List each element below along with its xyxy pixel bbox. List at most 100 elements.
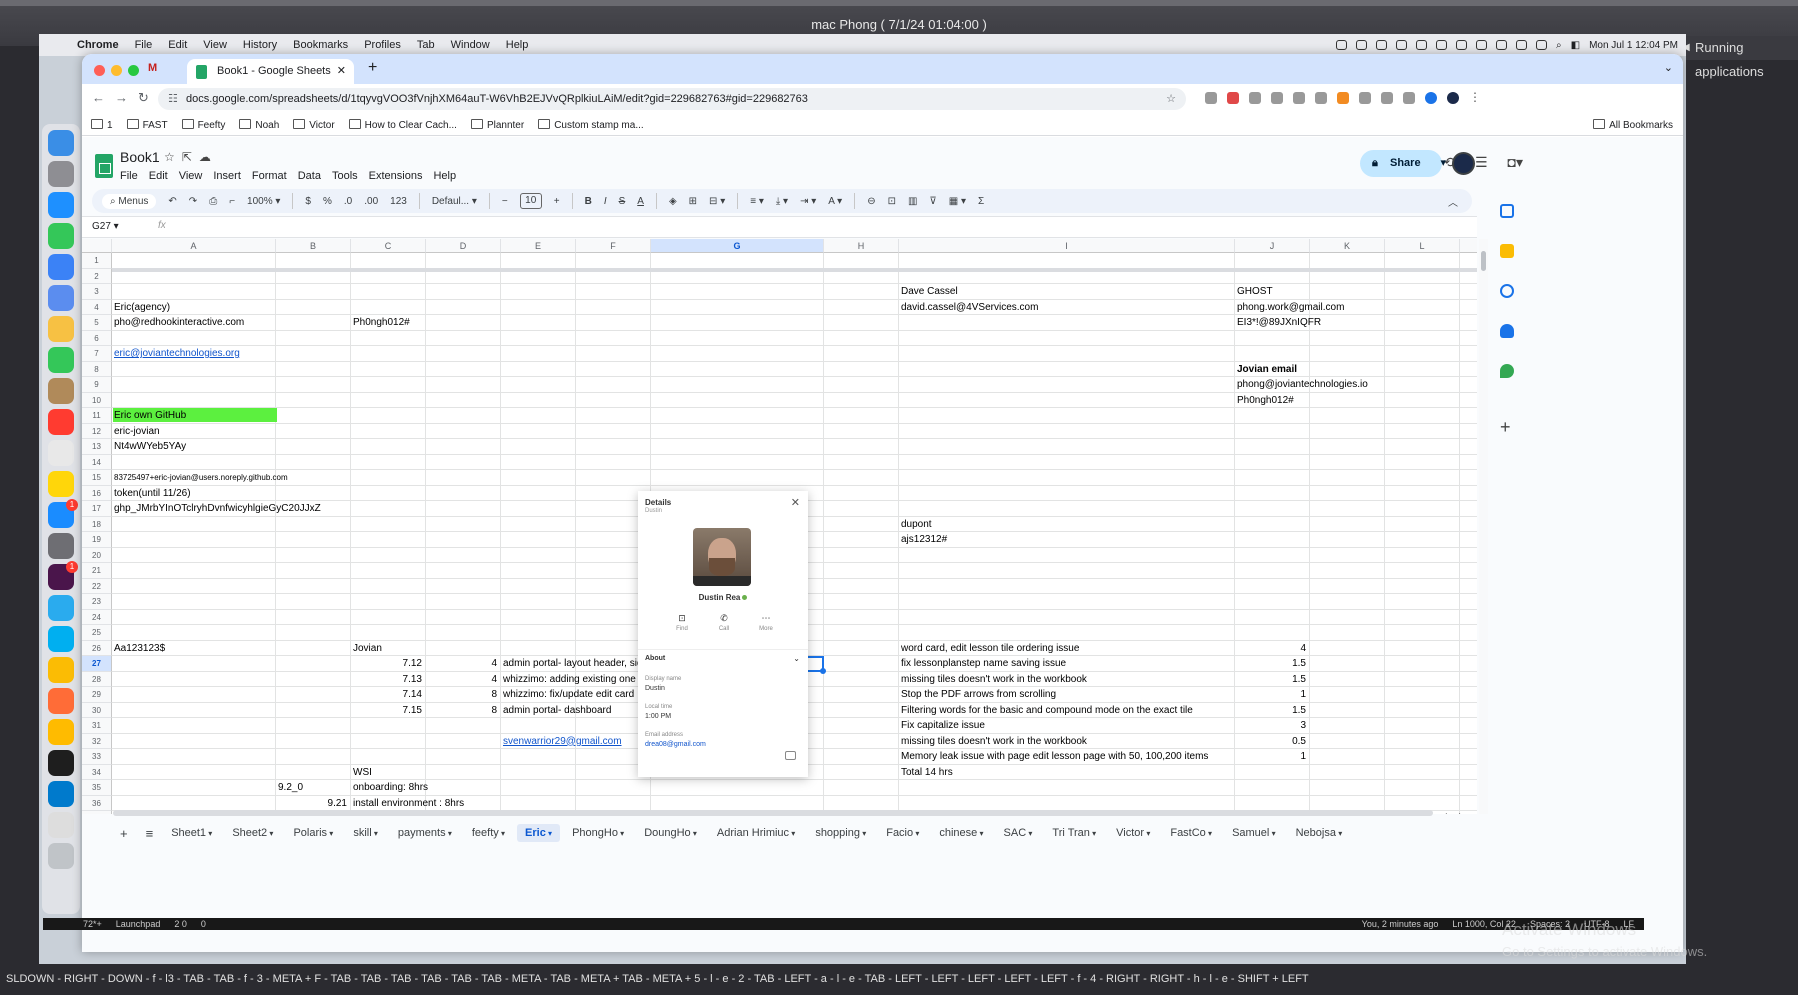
more-button[interactable]: ⋯ More — [756, 613, 776, 632]
cell-i29[interactable]: Stop the PDF arrows from scrolling — [901, 688, 1056, 701]
vscode-icon[interactable] — [48, 781, 74, 807]
row-header-11[interactable]: 11 — [82, 408, 112, 424]
cell-c30[interactable]: 7.15 — [351, 704, 422, 717]
bookmark-link[interactable]: How to Clear Cach... — [349, 119, 457, 131]
horizontal-align-icon[interactable]: ≡ ▾ — [750, 196, 764, 207]
extension-icon[interactable] — [1381, 92, 1393, 104]
row-header-20[interactable]: 20 — [82, 547, 112, 563]
bookmark-folder[interactable]: Victor — [293, 119, 334, 131]
get-add-ons-icon[interactable]: + — [1500, 418, 1514, 436]
preview-icon[interactable] — [48, 812, 74, 838]
vscode-status-item[interactable]: Launchpad — [116, 919, 161, 929]
cell-j30[interactable]: 1.5 — [1235, 704, 1306, 717]
cell-a5[interactable]: pho@redhookinteractive.com — [114, 316, 244, 329]
cell-a7[interactable]: eric@joviantechnologies.org — [114, 347, 240, 360]
column-header-a[interactable]: A — [112, 239, 276, 253]
column-header-b[interactable]: B — [276, 239, 351, 253]
row-header-37[interactable]: 37 — [82, 811, 112, 814]
site-info-icon[interactable]: ☷ — [168, 88, 178, 110]
bookmark-link[interactable]: Custom stamp ma... — [538, 119, 643, 131]
paint-format-icon[interactable]: ⌐ — [229, 196, 235, 207]
row-header-1[interactable]: 1 — [82, 253, 112, 269]
sheets-menu-format[interactable]: Format — [252, 170, 287, 182]
horizontal-scrollbar[interactable] — [113, 810, 1473, 816]
finder-icon[interactable] — [48, 130, 74, 156]
row-header-16[interactable]: 16 — [82, 485, 112, 501]
text-color-icon[interactable]: A — [637, 196, 644, 207]
row-header-4[interactable]: 4 — [82, 299, 112, 315]
tray-icon[interactable] — [1336, 40, 1347, 50]
cell-a26[interactable]: Aa123123$ — [114, 642, 165, 655]
cell-i18[interactable]: dupont — [901, 518, 932, 531]
cell-e29[interactable]: whizzimo: fix/update edit card — [503, 688, 634, 701]
profile-avatar-icon[interactable] — [1447, 92, 1459, 104]
insert-chart-icon[interactable]: ▥ — [908, 196, 917, 207]
row-header-34[interactable]: 34 — [82, 764, 112, 780]
sheets-menu-insert[interactable]: Insert — [213, 170, 241, 182]
horizontal-scroll-thumb[interactable] — [113, 810, 1433, 816]
font-select[interactable]: Defaul... ▾ — [432, 196, 477, 207]
cell-j29[interactable]: 1 — [1235, 688, 1306, 701]
bookmark-folder[interactable]: FAST — [127, 119, 168, 131]
sheets-menu-view[interactable]: View — [179, 170, 203, 182]
comments-icon[interactable]: ☰ — [1475, 154, 1488, 171]
menu-edit[interactable]: Edit — [160, 39, 195, 51]
cell-i33[interactable]: Memory leak issue with page edit lesson … — [901, 750, 1208, 763]
cell-a16[interactable]: token(until 11/26) — [114, 487, 191, 500]
cell-e32[interactable]: svenwarrior29@gmail.com — [503, 735, 622, 748]
vscode-status-item[interactable]: 2 0 — [174, 919, 187, 929]
menu-history[interactable]: History — [235, 39, 285, 51]
cell-e30[interactable]: admin portal- dashboard — [503, 704, 611, 717]
text-rotation-icon[interactable]: A ▾ — [828, 196, 842, 207]
cell-d30[interactable]: 8 — [426, 704, 497, 717]
column-header-c[interactable]: C — [351, 239, 426, 253]
row-header-8[interactable]: 8 — [82, 361, 112, 377]
bold-icon[interactable]: B — [585, 196, 592, 207]
bookmark-folder[interactable]: Noah — [239, 119, 279, 131]
currency-format-button[interactable]: $ — [305, 196, 311, 207]
mail-icon[interactable] — [48, 254, 74, 280]
font-size-input[interactable]: 10 — [519, 193, 542, 209]
column-header-f[interactable]: F — [576, 239, 651, 253]
maps-icon[interactable] — [1500, 364, 1514, 378]
row-header-21[interactable]: 21 — [82, 563, 112, 579]
sheet-tab[interactable]: Sheet2 — [232, 827, 273, 839]
cell-c26[interactable]: Jovian — [353, 642, 382, 655]
row-header-27[interactable]: 27 — [82, 656, 112, 672]
sheet-tab[interactable]: shopping — [815, 827, 866, 839]
sheet-tab[interactable]: Victor — [1116, 827, 1150, 839]
sheet-tab[interactable]: DoungHo — [644, 827, 697, 839]
cloud-status-icon[interactable]: ☁ — [199, 150, 218, 164]
vertical-scroll-thumb[interactable] — [1481, 251, 1486, 271]
close-tab-icon[interactable]: ✕ — [337, 59, 346, 84]
cell-i30[interactable]: Filtering words for the basic and compou… — [901, 704, 1193, 717]
sheets-menu-edit[interactable]: Edit — [149, 170, 168, 182]
cell-j33[interactable]: 1 — [1235, 750, 1306, 763]
row-header-22[interactable]: 22 — [82, 578, 112, 594]
profile-icon[interactable] — [1425, 92, 1437, 104]
increase-decimal-button[interactable]: .00 — [364, 196, 378, 207]
percent-format-button[interactable]: % — [323, 196, 332, 207]
fill-color-icon[interactable]: ◈ — [669, 196, 677, 207]
menu-window[interactable]: Window — [443, 39, 498, 51]
row-header-14[interactable]: 14 — [82, 454, 112, 470]
sheet-tab[interactable]: chinese — [939, 827, 983, 839]
row-header-28[interactable]: 28 — [82, 671, 112, 687]
cell-d28[interactable]: 4 — [426, 673, 497, 686]
cell-j9[interactable]: phong@joviantechnologies.io — [1237, 378, 1368, 391]
chrome-menu-icon[interactable]: ⋮ — [1469, 91, 1481, 104]
cell-j8[interactable]: Jovian email — [1237, 363, 1297, 376]
cell-j10[interactable]: Ph0ngh012# — [1237, 394, 1294, 407]
messages-icon[interactable] — [48, 223, 74, 249]
find-button[interactable]: ⊡ Find — [672, 613, 692, 632]
redo-icon[interactable]: ↷ — [189, 196, 197, 207]
row-header-32[interactable]: 32 — [82, 733, 112, 749]
row-header-3[interactable]: 3 — [82, 284, 112, 300]
sheet-tab[interactable]: PhongHo — [572, 827, 624, 839]
system-settings-icon[interactable] — [48, 533, 74, 559]
row-header-36[interactable]: 36 — [82, 795, 112, 811]
sheet-tab[interactable]: Nebojsa — [1296, 827, 1343, 839]
cell-i4[interactable]: david.cassel@4VServices.com — [901, 301, 1038, 314]
search-menus-input[interactable]: ⌕ Menus — [102, 193, 157, 209]
cell-i32[interactable]: missing tiles doesn't work in the workbo… — [901, 735, 1087, 748]
